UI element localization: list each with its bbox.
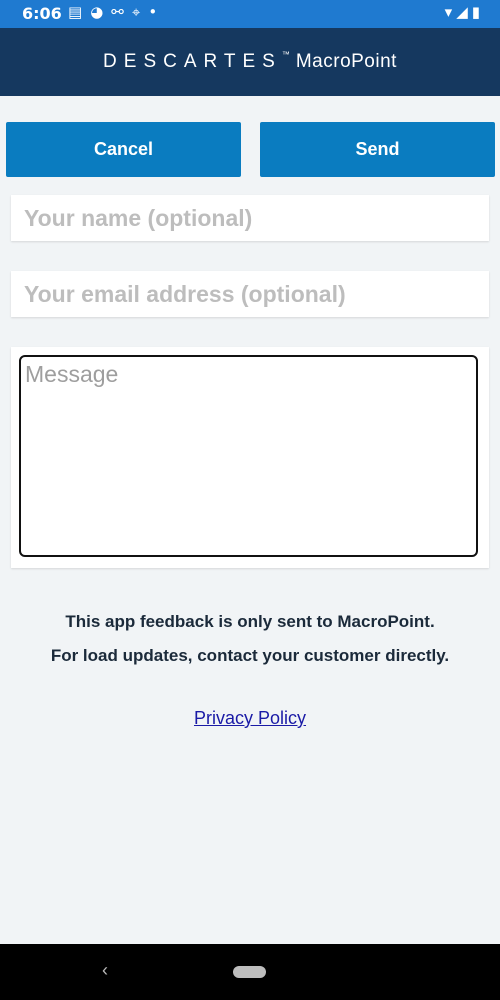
status-time: 6:06 xyxy=(22,4,62,23)
name-field[interactable]: Your name (optional) xyxy=(11,195,489,241)
cancel-button[interactable]: Cancel xyxy=(6,122,241,177)
signal-icon: ◢ xyxy=(456,3,468,21)
home-handle[interactable] xyxy=(233,966,266,978)
app-icon: ◕ xyxy=(90,3,104,21)
navigation-bar: ‹ xyxy=(0,944,500,1000)
send-button[interactable]: Send xyxy=(260,122,495,177)
location-icon: ⌖ xyxy=(131,3,141,21)
logo-trademark: ™ xyxy=(281,49,290,59)
feedback-notice-line-2: For load updates, contact your customer … xyxy=(50,646,450,665)
news-icon: ▤ xyxy=(68,3,83,21)
message-card: Message xyxy=(11,347,489,568)
descartes-macropoint-logo: DESCARTES ™ MacroPoint xyxy=(103,49,397,73)
dot-icon: • xyxy=(148,3,158,21)
battery-icon: ▮ xyxy=(471,3,480,21)
name-field-placeholder: Your name (optional) xyxy=(24,204,253,231)
status-bar: 6:06 ▤ ◕ ⚯ ⌖ • ▾ ◢ ▮ xyxy=(0,0,500,28)
email-field[interactable]: Your email address (optional) xyxy=(11,271,489,317)
message-textarea[interactable]: Message xyxy=(19,355,478,557)
feedback-notice-line-1: This app feedback is only sent to MacroP… xyxy=(65,612,435,631)
status-notification-icons: ▤ ◕ ⚯ ⌖ • xyxy=(68,3,157,21)
privacy-policy-link[interactable]: Privacy Policy xyxy=(0,708,500,729)
app-header: DESCARTES ™ MacroPoint xyxy=(0,28,500,96)
status-system-icons: ▾ ◢ ▮ xyxy=(445,3,480,21)
wifi-icon: ▾ xyxy=(444,3,453,21)
message-placeholder: Message xyxy=(25,361,119,387)
logo-product: MacroPoint xyxy=(295,51,397,72)
email-field-placeholder: Your email address (optional) xyxy=(24,280,346,307)
back-icon[interactable]: ‹ xyxy=(102,960,108,981)
logo-brand: DESCARTES xyxy=(103,51,282,72)
network-icon: ⚯ xyxy=(111,3,124,21)
